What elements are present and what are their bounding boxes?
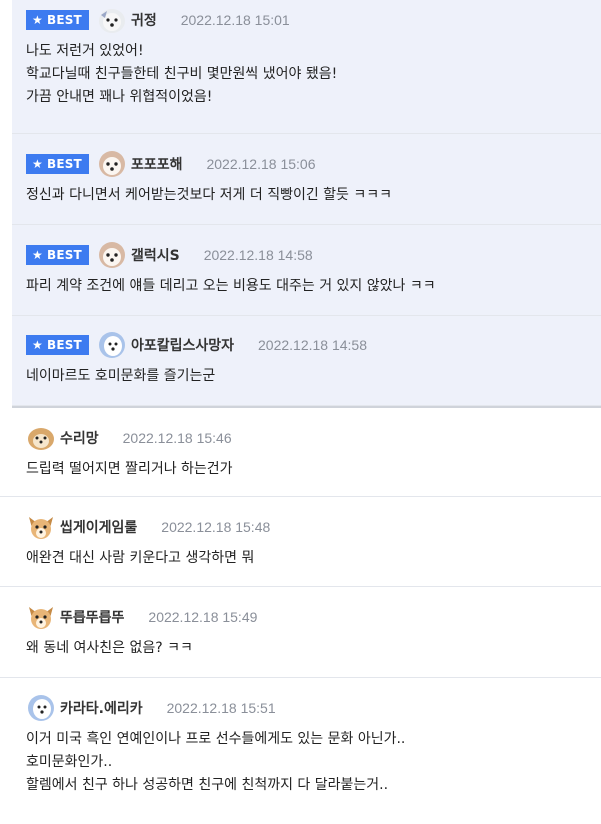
comment-date: 2022.12.18 14:58 [203,247,313,263]
comment-date: 2022.12.18 14:58 [258,337,367,353]
best-comment: ★ BEST 아포칼립스사망자 2022.12.18 14:58 네이마르도 호미… [12,316,601,406]
comment-header: ★ BEST 아포칼립스사망자 2022.12.18 14:58 [26,325,601,365]
best-badge: ★ BEST [26,245,89,265]
comment-date: 2022.12.18 15:46 [122,430,232,446]
comment-header: 씹게이게임룰 2022.12.18 15:48 [26,507,601,547]
comment-header: 카라타.에리카 2022.12.18 15:51 [26,688,601,728]
comment-date: 2022.12.18 15:01 [180,12,290,28]
comment-body: 드립력 떨어지면 짤리거나 하는건가 [26,461,233,477]
comment-date: 2022.12.18 15:06 [206,156,316,172]
comment-date: 2022.12.18 15:48 [161,519,271,535]
comment-body: 파리 계약 조건에 얘들 데리고 오는 비용도 대주는 거 있지 않았나 ㅋㅋ [26,278,436,294]
comment-body: 이거 미국 흑인 연예인이나 프로 선수들에게도 있는 문화 아닌가.. 호미문… [26,731,406,793]
best-badge: ★ BEST [26,10,89,30]
comment: 카라타.에리카 2022.12.18 15:51 이거 미국 흑인 연예인이나 … [0,678,601,818]
comment-header: 뚜릅뚜릅뚜 2022.12.18 15:49 [26,597,601,637]
comment-header: 수리망 2022.12.18 15:46 [26,418,601,458]
nickname[interactable]: 씹게이게임룰 [60,517,137,537]
comment-body: 왜 동네 여사친은 없음? ㅋㅋ [26,640,193,656]
comment-body: 네이마르도 호미문화를 즐기는군 [26,368,216,384]
bichon-avatar-icon[interactable] [96,5,127,35]
comment-date: 2022.12.18 15:51 [166,700,276,716]
comment-header: ★ BEST 귀정 2022.12.18 15:01 [26,0,601,40]
chihuahua-avatar-icon[interactable] [26,602,56,632]
comment-list: ★ BEST 귀정 2022.12.18 15:01 나도 저런거 있었어! 학교… [0,0,601,818]
comment-body: 정신과 다니면서 케어받는것보다 저게 더 직빵이긴 할듯 ㅋㅋㅋ [26,187,393,203]
comment-date: 2022.12.18 15:49 [148,609,258,625]
nickname[interactable]: 뚜릅뚜릅뚜 [60,607,124,627]
star-icon: ★ [32,157,43,171]
comment: 뚜릅뚜릅뚜 2022.12.18 15:49 왜 동네 여사친은 없음? ㅋㅋ [0,587,601,678]
best-badge: ★ BEST [26,335,89,355]
maltese-avatar-icon[interactable] [96,240,127,270]
comment-body: 애완견 대신 사람 키운다고 생각하면 뭐 [26,550,255,566]
samoyed-avatar-icon[interactable] [96,330,127,360]
nickname[interactable]: 포포포해 [131,154,183,174]
comment-header: ★ BEST 갤럭시S 2022.12.18 14:58 [26,235,601,275]
nickname[interactable]: 갤럭시S [131,245,180,265]
best-comment: ★ BEST 귀정 2022.12.18 15:01 나도 저런거 있었어! 학교… [12,0,601,134]
nickname[interactable]: 귀정 [131,10,157,30]
comment: 씹게이게임룰 2022.12.18 15:48 애완견 대신 사람 키운다고 생… [0,497,601,587]
chihuahua-avatar-icon[interactable] [26,512,56,542]
nickname[interactable]: 수리망 [60,428,99,448]
comment: 수리망 2022.12.18 15:46 드립력 떨어지면 짤리거나 하는건가 [0,406,601,497]
samoyed-avatar-icon[interactable] [26,693,56,723]
star-icon: ★ [32,248,43,262]
maltese-avatar-icon[interactable] [96,149,127,179]
best-badge: ★ BEST [26,154,89,174]
star-icon: ★ [32,338,43,352]
best-comment: ★ BEST 포포포해 2022.12.18 15:06 정신과 다니면서 케어받… [12,134,601,225]
pomeranian-avatar-icon[interactable] [26,423,56,453]
nickname[interactable]: 카라타.에리카 [60,698,143,718]
nickname[interactable]: 아포칼립스사망자 [131,335,234,355]
best-comment: ★ BEST 갤럭시S 2022.12.18 14:58 파리 계약 조건에 얘들… [12,225,601,316]
star-icon: ★ [32,13,43,27]
comment-body: 나도 저런거 있었어! 학교다닐때 친구들한테 친구비 몇만원씩 냈어야 됐음!… [26,43,338,105]
comment-header: ★ BEST 포포포해 2022.12.18 15:06 [26,144,601,184]
